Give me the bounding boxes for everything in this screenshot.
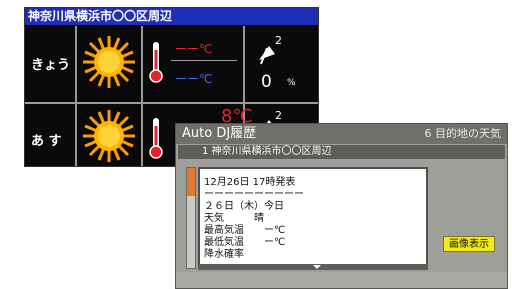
chevron-down-icon[interactable] — [313, 265, 321, 269]
thermometer-icon — [149, 118, 163, 159]
umbrella-icon: 2 — [259, 34, 282, 65]
precipitation-value: 0 — [261, 72, 272, 92]
low-temperature: ーー℃ — [175, 72, 213, 86]
scrollbar-thumb[interactable] — [187, 168, 195, 196]
thermometer-icon — [149, 42, 163, 83]
day-label: きょう — [31, 58, 71, 73]
dialog-title-right: 6 目的地の天気 — [424, 127, 502, 140]
auto-dj-history-dialog: Auto DJ履歴 6 目的地の天気 1 神奈川県横浜市〇〇区周辺 12月26日… — [175, 123, 508, 289]
sun-icon — [83, 36, 135, 88]
svg-text:2: 2 — [275, 109, 282, 122]
precipitation-unit: % — [287, 78, 296, 88]
svg-text:2: 2 — [275, 34, 282, 47]
dialog-title-bar: Auto DJ履歴 6 目的地の天気 — [176, 124, 507, 144]
dialog-footer — [176, 272, 507, 288]
forecast-row-today: きょう ーー℃ ーー℃ 2 0 % — [25, 26, 318, 102]
day-label: あ す — [31, 134, 62, 149]
weather-region-title: 神奈川県横浜市〇〇区周辺 — [25, 8, 318, 25]
show-image-button[interactable]: 画像表示 — [443, 236, 495, 252]
scrollbar[interactable] — [186, 167, 196, 269]
dialog-title: Auto DJ履歴 — [182, 126, 257, 141]
text-line: 降水確率 — [204, 249, 244, 260]
forecast-text-panel: 12月26日 17時発表 ーーーーーーーーーー ２６日（木）今日 天気 晴 最高… — [198, 167, 428, 267]
temp-divider — [171, 60, 237, 61]
sun-icon — [83, 110, 135, 162]
selected-item-label: 1 神奈川県横浜市〇〇区周辺 — [202, 146, 332, 157]
high-temperature: ーー℃ — [175, 42, 213, 56]
selected-item-bar[interactable]: 1 神奈川県横浜市〇〇区周辺 — [178, 145, 505, 159]
